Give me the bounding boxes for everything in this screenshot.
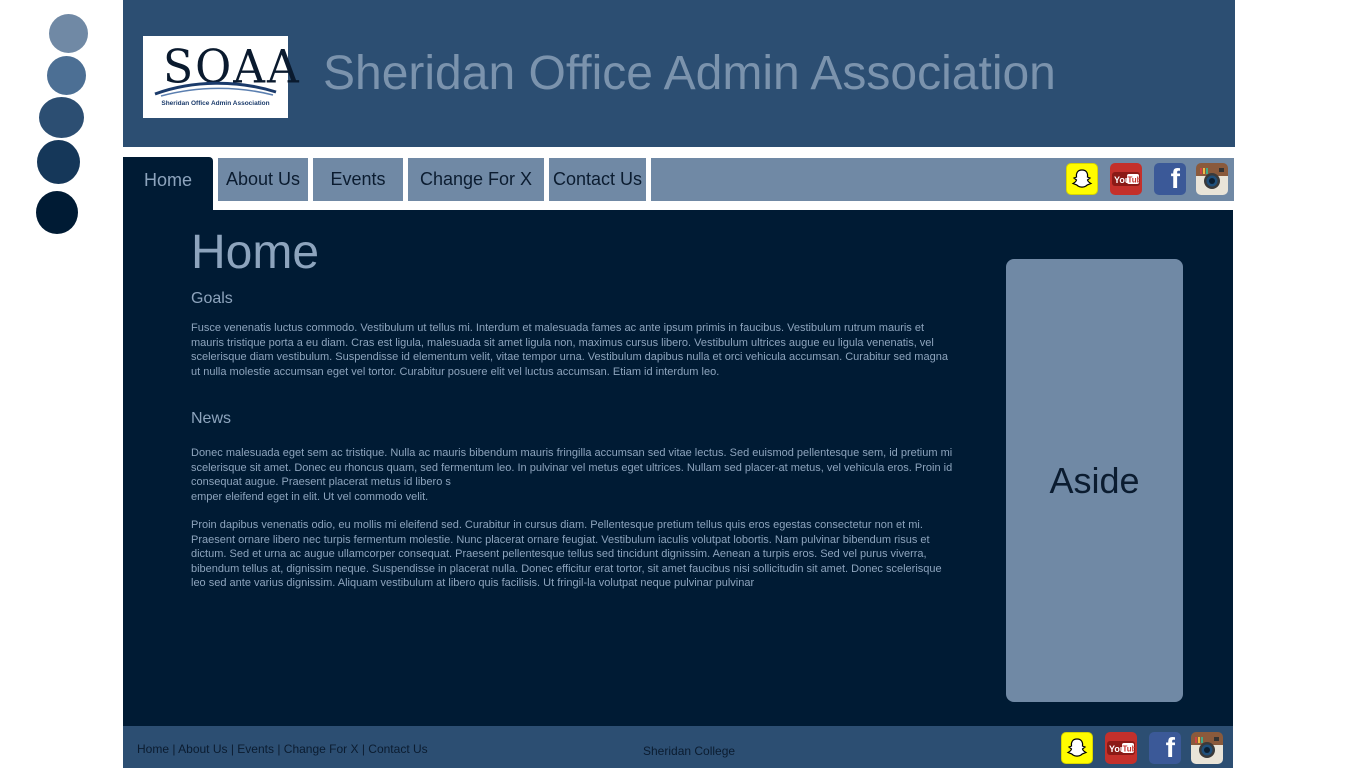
youtube-icon[interactable]: YouTube bbox=[1105, 732, 1137, 764]
footer-link-change-for-x[interactable]: Change For X bbox=[284, 742, 359, 756]
news-paragraph-2: Proin dapibus venenatis odio, eu mollis … bbox=[191, 519, 942, 589]
tab-change-for-x[interactable]: Change For X bbox=[408, 158, 544, 201]
footer-separator: | bbox=[169, 742, 179, 756]
facebook-icon[interactable]: f bbox=[1154, 163, 1186, 195]
tab-contact-us[interactable]: Contact Us bbox=[549, 158, 646, 201]
footer-college: Sheridan College bbox=[643, 744, 736, 758]
site-header: SOAA Sheridan Office Admin Association S… bbox=[123, 0, 1235, 147]
aside-label: Aside bbox=[1049, 459, 1140, 501]
news-paragraph-1: Donec malesuada eget sem ac tristique. N… bbox=[191, 446, 957, 504]
nav-divider bbox=[213, 201, 1233, 210]
news-paragraph-1-line-b: emper eleifend eget in elit. Ut vel comm… bbox=[191, 490, 429, 503]
svg-text:Tube: Tube bbox=[1128, 176, 1141, 185]
footer-link-contact-us[interactable]: Contact Us bbox=[368, 742, 427, 756]
aside-panel: Aside bbox=[1006, 259, 1183, 702]
tab-events[interactable]: Events bbox=[313, 158, 403, 201]
tab-home[interactable]: Home bbox=[123, 157, 213, 210]
goals-heading: Goals bbox=[191, 290, 233, 307]
footer-separator: | bbox=[273, 742, 284, 756]
palette-swatch-3 bbox=[39, 97, 84, 138]
footer-separator: | bbox=[358, 742, 369, 756]
footer-nav: Home | About Us | Events | Change For X … bbox=[137, 742, 428, 756]
footer-link-about-us[interactable]: About Us bbox=[178, 742, 227, 756]
footer-link-events[interactable]: Events bbox=[237, 742, 274, 756]
footer-separator: | bbox=[227, 742, 238, 756]
youtube-icon[interactable]: YouTube bbox=[1110, 163, 1142, 195]
news-heading: News bbox=[191, 410, 232, 427]
palette-swatch-5 bbox=[36, 191, 78, 234]
svg-text:Tube: Tube bbox=[1123, 745, 1136, 754]
tab-about-us[interactable]: About Us bbox=[218, 158, 308, 201]
logo[interactable]: SOAA Sheridan Office Admin Association bbox=[143, 36, 299, 118]
footer-link-home[interactable]: Home bbox=[137, 742, 169, 756]
site-footer: Home | About Us | Events | Change For X … bbox=[123, 726, 1233, 768]
instagram-icon[interactable] bbox=[1196, 163, 1228, 195]
snapchat-icon[interactable] bbox=[1066, 163, 1098, 195]
site-title: Sheridan Office Admin Association bbox=[323, 47, 1056, 100]
instagram-icon[interactable] bbox=[1191, 732, 1223, 764]
goals-paragraph: Fusce venenatis luctus commodo. Vestibul… bbox=[191, 322, 948, 378]
logo-swoosh-icon bbox=[154, 81, 277, 97]
page-title: Home bbox=[191, 226, 320, 279]
main-content: Home Goals Fusce venenatis luctus commod… bbox=[123, 210, 1233, 726]
nav-bar-fill bbox=[651, 158, 1234, 201]
logo-caption: Sheridan Office Admin Association bbox=[161, 100, 270, 107]
main-nav: Home About Us Events Change For X Contac… bbox=[123, 157, 1235, 210]
palette-swatch-1 bbox=[49, 14, 88, 53]
news-paragraph-1-line-a: Donec malesuada eget sem ac tristique. N… bbox=[191, 447, 953, 488]
palette-swatch-4 bbox=[37, 140, 80, 184]
facebook-icon[interactable]: f bbox=[1149, 732, 1181, 764]
snapchat-icon[interactable] bbox=[1061, 732, 1093, 764]
palette-swatch-2 bbox=[47, 56, 86, 95]
